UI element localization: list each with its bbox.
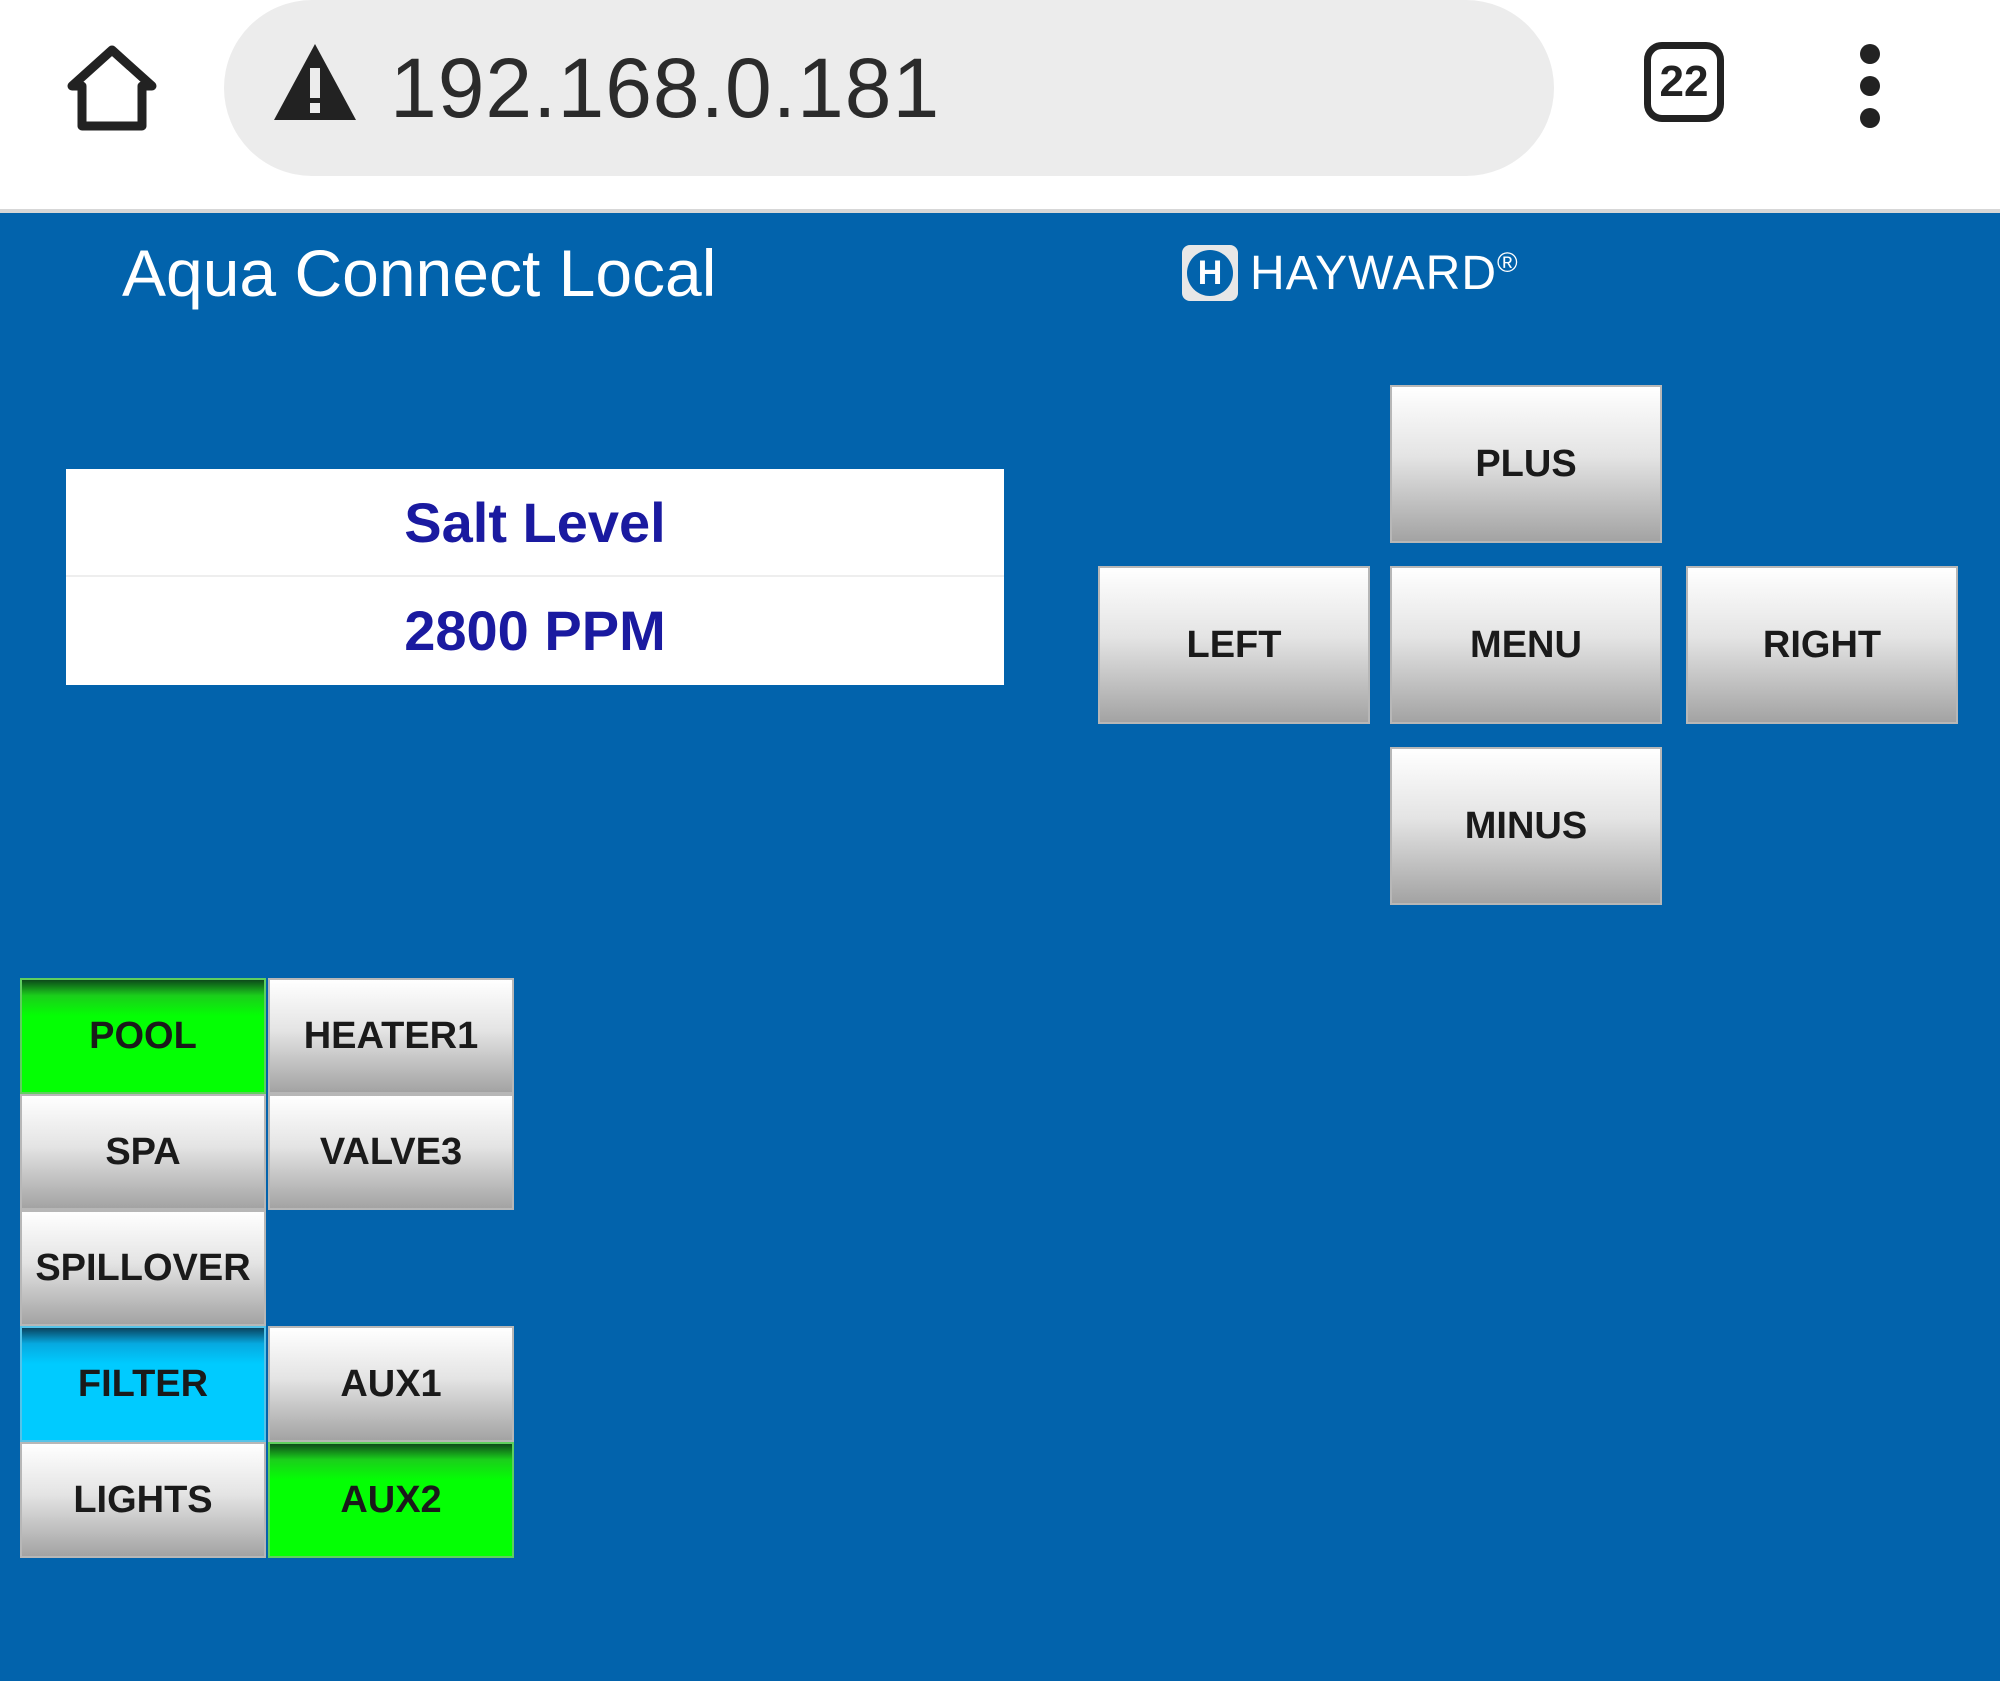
menu-button[interactable]: MENU: [1390, 566, 1662, 724]
aux2-button[interactable]: AUX2: [268, 1442, 514, 1558]
left-button[interactable]: LEFT: [1098, 566, 1370, 724]
browser-toolbar: 192.168.0.181 22: [0, 0, 2000, 213]
registered-mark: ®: [1497, 246, 1519, 278]
valve3-button[interactable]: VALVE3: [268, 1094, 514, 1210]
aux1-button[interactable]: AUX1: [268, 1326, 514, 1442]
plus-button[interactable]: PLUS: [1390, 385, 1662, 543]
display-line-2: 2800 PPM: [404, 599, 666, 662]
heater1-button[interactable]: HEATER1: [268, 978, 514, 1094]
spillover-button[interactable]: SPILLOVER: [20, 1210, 266, 1326]
kebab-menu-icon[interactable]: [1848, 44, 1892, 128]
display-line-1: Salt Level: [66, 469, 1004, 577]
home-icon[interactable]: [60, 36, 164, 140]
display-panel: Salt Level 2800 PPM: [66, 469, 1004, 685]
filter-button[interactable]: FILTER: [20, 1326, 266, 1442]
url-text[interactable]: 192.168.0.181: [390, 38, 940, 138]
brand-name: HAYWARD: [1250, 246, 1497, 300]
pool-button[interactable]: POOL: [20, 978, 266, 1094]
spa-button[interactable]: SPA: [20, 1094, 266, 1210]
minus-button[interactable]: MINUS: [1390, 747, 1662, 905]
address-bar[interactable]: 192.168.0.181: [224, 0, 1554, 176]
hayward-brand: H HAYWARD®: [1182, 238, 1519, 308]
tab-switcher-button[interactable]: 22: [1644, 42, 1724, 122]
lights-button[interactable]: LIGHTS: [20, 1442, 266, 1558]
right-button[interactable]: RIGHT: [1686, 566, 1958, 724]
warning-triangle-icon[interactable]: [270, 40, 360, 126]
app-title: Aqua Connect Local: [122, 236, 717, 310]
hayward-logo-icon: H: [1182, 245, 1238, 301]
